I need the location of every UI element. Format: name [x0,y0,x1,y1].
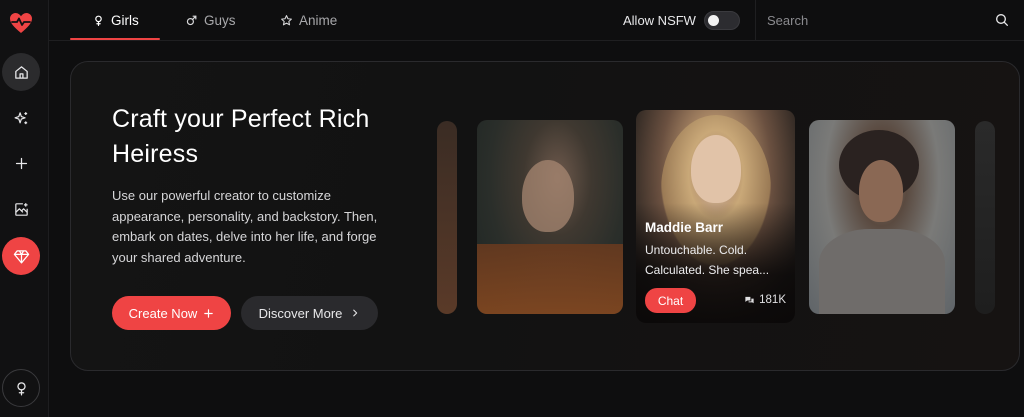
plus-icon [15,157,27,169]
character-name: Maddie Barr [645,220,724,235]
character-bio: Untouchable. Cold. Calculated. She spea.… [645,243,770,277]
sidebar-item-home[interactable] [2,53,40,91]
tab-label: Guys [204,12,236,28]
hero-description: Use our powerful creator to customize ap… [112,188,378,265]
character-card[interactable] [477,120,623,314]
image-sparkle-icon [14,202,28,216]
toggle-knob [707,14,719,26]
character-card[interactable] [809,120,955,314]
chat-button[interactable]: Chat [645,288,696,313]
top-bar: Girls Guys Anime Allow NSFW [49,0,1024,41]
tab-girls[interactable]: Girls [92,0,139,40]
sidebar-item-generate[interactable] [2,99,40,137]
heart-pulse-icon[interactable] [9,12,33,34]
nsfw-toggle[interactable] [703,10,740,30]
character-portrait [859,160,903,222]
chat-bubbles-icon [745,296,754,303]
search-icon[interactable] [994,12,1010,28]
character-portrait [522,160,574,232]
search-bar [755,0,1024,40]
tab-label: Girls [111,12,139,28]
search-input[interactable] [756,11,994,29]
hero-banner: Craft your Perfect Rich Heiress Use our … [70,61,1020,371]
female-icon [95,15,102,26]
tab-label: Anime [299,12,338,28]
message-count: 181K [744,294,786,306]
nsfw-label: Allow NSFW [623,12,696,28]
character-outfit [477,244,623,314]
nsfw-control: Allow NSFW [623,0,740,40]
plus-icon [204,308,214,318]
sidebar-item-premium[interactable] [2,237,40,275]
sparkles-icon [14,111,27,124]
discover-more-label: Discover More [258,305,343,321]
discover-more-button[interactable]: Discover More [241,296,378,330]
character-portrait [691,135,741,203]
character-card-partial[interactable] [975,121,995,314]
hero-title: Craft your Perfect Rich Heiress [112,105,370,168]
male-icon [186,15,197,25]
active-tab-indicator [70,38,160,40]
gem-icon [13,249,29,264]
sidebar-item-image-generator[interactable] [2,190,40,228]
create-now-button[interactable]: Create Now [112,296,231,330]
featured-character-card[interactable]: Maddie Barr Untouchable. Cold. Calculate… [636,110,795,323]
tab-anime[interactable]: Anime [280,0,337,40]
sidebar-item-gender[interactable] [2,369,40,407]
star-icon [281,14,292,25]
home-icon [14,65,28,79]
message-count-value: 181K [759,294,786,306]
tab-guys[interactable]: Guys [185,0,236,40]
sidebar-item-create[interactable] [2,144,40,182]
chevron-right-icon [353,309,358,317]
female-icon [16,381,26,396]
character-outfit [819,229,945,314]
character-card-partial[interactable] [437,121,457,314]
create-now-label: Create Now [128,305,198,321]
sidebar [0,0,49,417]
